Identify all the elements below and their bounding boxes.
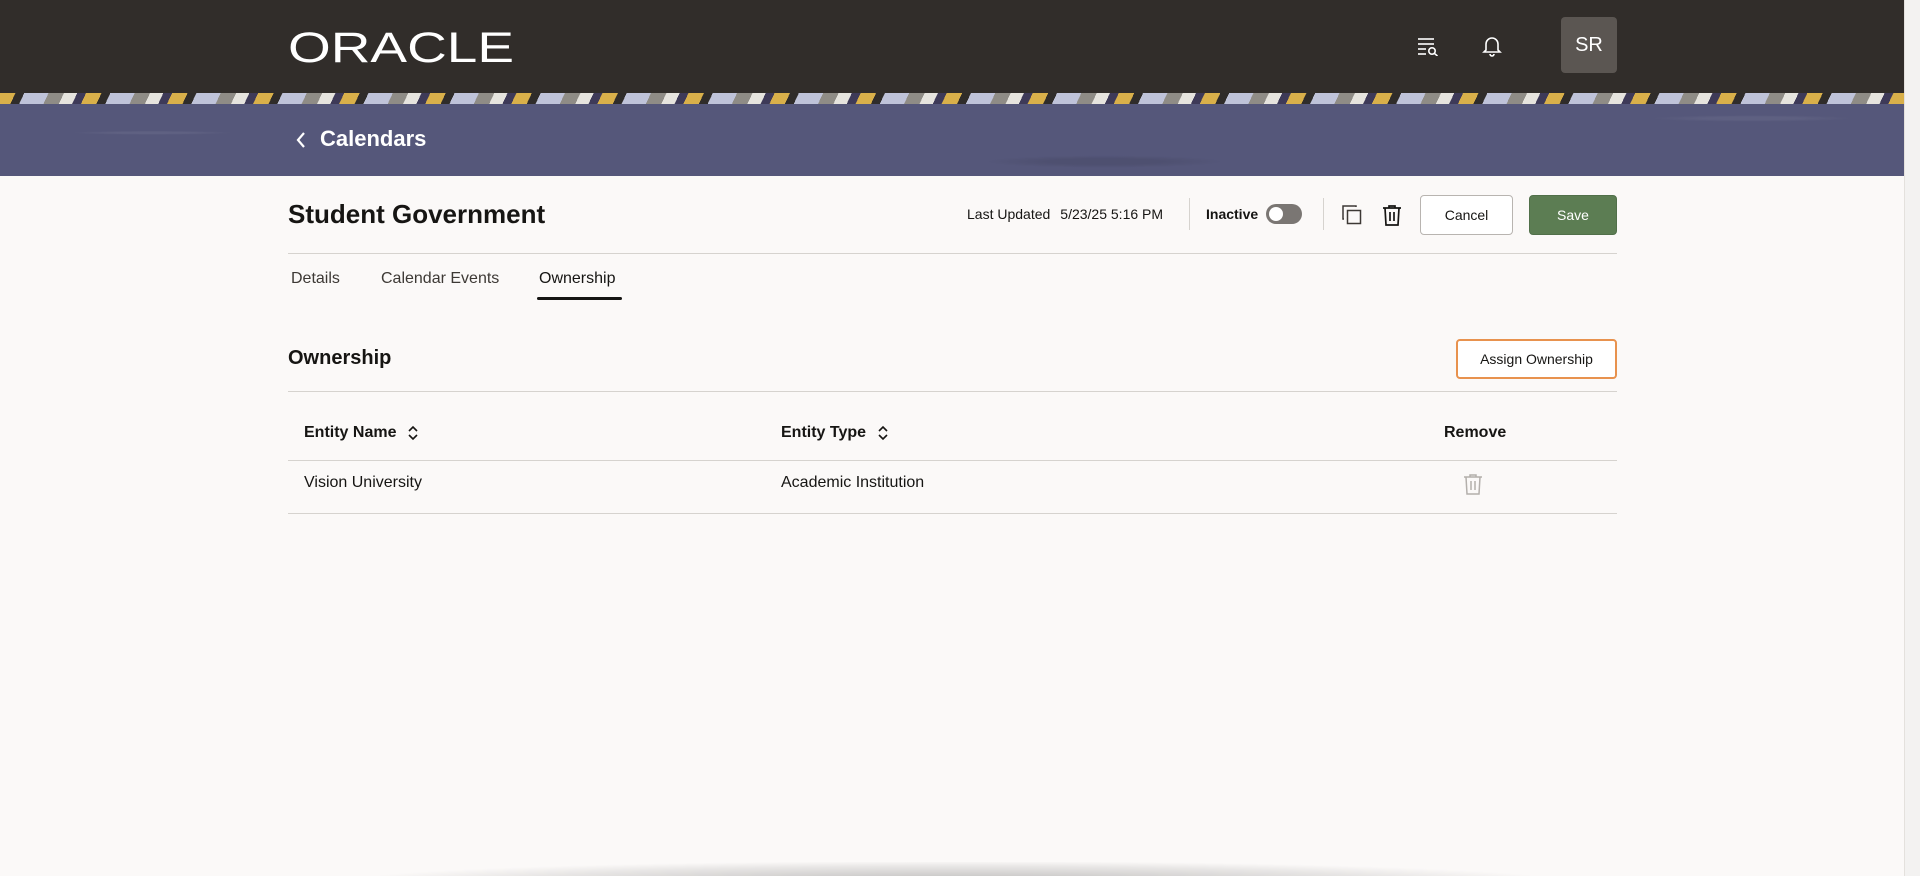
- header-divider: [288, 253, 1617, 254]
- save-button[interactable]: Save: [1529, 195, 1617, 235]
- column-header-entity-type[interactable]: Entity Type: [781, 424, 890, 442]
- column-header-label: Remove: [1444, 424, 1507, 441]
- tab-ownership[interactable]: Ownership: [539, 270, 615, 288]
- trash-icon: [1464, 474, 1482, 495]
- last-updated-value: 5/23/25 5:16 PM: [1060, 206, 1164, 222]
- section-title: Ownership: [288, 347, 392, 369]
- column-header-entity-name[interactable]: Entity Name: [304, 424, 420, 442]
- toolbar-divider: [1323, 198, 1324, 230]
- top-bar: ORACLE SR: [0, 0, 1904, 93]
- trash-icon: [1383, 205, 1401, 226]
- last-updated: Last Updated 5/23/25 5:16 PM: [967, 206, 1163, 222]
- avatar-initials: SR: [1575, 33, 1603, 56]
- copy-icon: [1342, 205, 1362, 225]
- duplicate-button[interactable]: [1338, 201, 1366, 229]
- cell-entity-type: Academic Institution: [781, 474, 925, 491]
- app-window: ORACLE SR Calendars Student Government L…: [0, 0, 1904, 876]
- active-tab-indicator: [537, 297, 622, 300]
- svg-text:ORACLE: ORACLE: [288, 29, 514, 65]
- banner-title: Calendars: [320, 126, 427, 151]
- banner-pattern-strip: [0, 93, 1904, 104]
- last-updated-label: Last Updated: [967, 206, 1051, 222]
- vertical-scrollbar[interactable]: [1904, 0, 1920, 876]
- delete-button[interactable]: [1378, 201, 1406, 229]
- oracle-logo[interactable]: ORACLE: [288, 29, 516, 65]
- column-header-remove: Remove: [1444, 424, 1506, 442]
- back-button[interactable]: [290, 124, 312, 156]
- search-list-icon[interactable]: [1414, 32, 1442, 60]
- column-header-label: Entity Type: [781, 424, 867, 441]
- toolbar-divider: [1189, 198, 1190, 230]
- user-avatar[interactable]: SR: [1561, 17, 1617, 73]
- tab-calendar-events[interactable]: Calendar Events: [381, 270, 499, 288]
- bottom-shadow: [380, 862, 1530, 876]
- inactive-toggle[interactable]: [1266, 204, 1302, 224]
- section-divider: [288, 391, 1617, 392]
- cell-entity-name: Vision University: [304, 474, 422, 491]
- tab-details[interactable]: Details: [291, 270, 340, 288]
- table-row-divider: [288, 513, 1617, 514]
- assign-ownership-button[interactable]: Assign Ownership: [1456, 339, 1617, 379]
- table-header-divider: [288, 460, 1617, 461]
- sort-icon[interactable]: [406, 424, 420, 442]
- remove-row-button[interactable]: [1460, 471, 1486, 497]
- page-banner: [0, 104, 1904, 176]
- toggle-knob: [1269, 207, 1283, 221]
- bell-icon[interactable]: [1478, 32, 1506, 60]
- page-title: Student Government: [288, 199, 546, 229]
- banner-decoration: [0, 104, 1904, 176]
- column-header-label: Entity Name: [304, 424, 397, 441]
- cancel-button[interactable]: Cancel: [1420, 195, 1513, 235]
- sort-icon[interactable]: [876, 424, 890, 442]
- inactive-label: Inactive: [1206, 206, 1259, 222]
- chevron-left-icon: [296, 132, 305, 148]
